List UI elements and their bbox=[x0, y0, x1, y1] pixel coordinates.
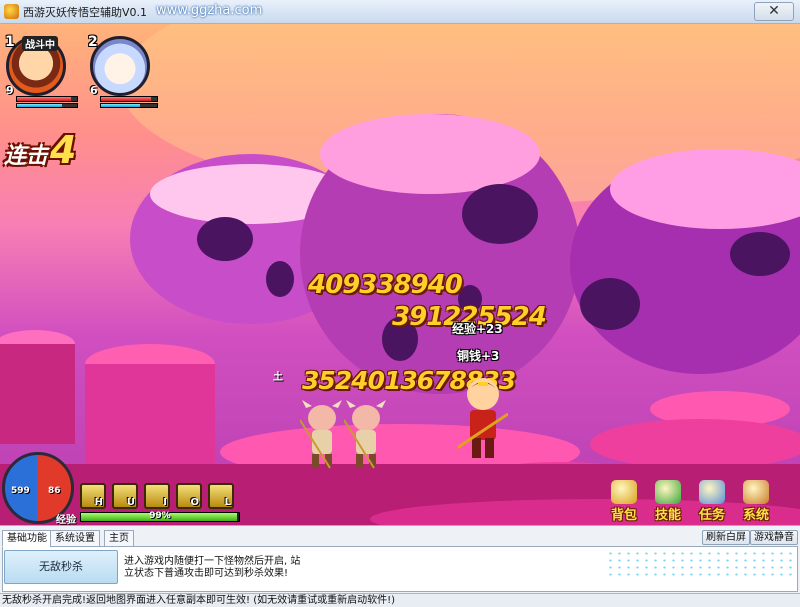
party-member-hp-bar bbox=[16, 96, 78, 102]
ground-marker: 土 bbox=[273, 372, 283, 383]
close-button[interactable]: ✕ bbox=[754, 2, 794, 21]
menu-label: 任务 bbox=[698, 508, 725, 523]
menu-label: 技能 bbox=[654, 508, 681, 523]
skills-button[interactable]: 技能 bbox=[646, 480, 690, 523]
enemy-monster[interactable] bbox=[344, 400, 388, 470]
mp-value: 86 bbox=[48, 486, 61, 496]
skill-key-label: O bbox=[190, 497, 199, 508]
skill-key-label: U bbox=[126, 497, 135, 508]
skill-slot-h[interactable]: H bbox=[80, 483, 106, 509]
app-icon bbox=[4, 4, 19, 19]
window-title: 西游灭妖传悟空辅助V0.1 bbox=[23, 6, 148, 19]
description-line: 进入游戏内随便打一下怪物然后开启, 站 bbox=[124, 556, 301, 567]
combo-label: 连击 bbox=[4, 144, 49, 169]
skill-slot-u[interactable]: U bbox=[112, 483, 138, 509]
title-bar: 西游灭妖传悟空辅助V0.1 www.ggzha.com ✕ bbox=[0, 0, 800, 24]
helper-panel: 基础功能 系统设置 主页 刷新白屏 游戏静音 无敌秒杀 进入游戏内随便打一下怪物… bbox=[0, 525, 800, 593]
party-member-level: 9 bbox=[6, 84, 14, 97]
party-member-mp-bar bbox=[100, 103, 158, 108]
combo-count: 4 bbox=[50, 128, 77, 172]
damage-number: 409338940 bbox=[308, 270, 463, 300]
quest-scroll-icon bbox=[699, 480, 725, 504]
enemy-monster[interactable] bbox=[300, 400, 344, 470]
copper-gain-text: 铜钱+3 bbox=[457, 349, 500, 363]
battle-status-badge: 战斗中 bbox=[22, 36, 58, 51]
tab-homepage[interactable]: 主页 bbox=[104, 530, 134, 547]
refresh-white-screen-button[interactable]: 刷新白屏 bbox=[702, 530, 750, 545]
skill-slot-i[interactable]: I bbox=[144, 483, 170, 509]
description-line: 立状态下普通攻击即可达到秒杀效果! bbox=[124, 568, 289, 579]
skill-key-label: I bbox=[163, 497, 167, 508]
website-url: www.ggzha.com bbox=[156, 3, 263, 18]
party-member-level: 6 bbox=[90, 84, 98, 97]
mute-game-button[interactable]: 游戏静音 bbox=[750, 530, 798, 545]
combo-counter: 连击4 bbox=[4, 128, 76, 172]
party-member-mp-bar bbox=[16, 103, 78, 108]
backpack-button[interactable]: 背包 bbox=[602, 480, 646, 523]
skill-key-label: L bbox=[224, 497, 231, 508]
skill-slot-o[interactable]: O bbox=[176, 483, 202, 509]
menu-label: 背包 bbox=[610, 508, 637, 523]
game-viewport[interactable]: 1 战斗中 9 2 6 连击4 409338940 391225524 3524… bbox=[0, 24, 800, 525]
gear-icon bbox=[743, 480, 769, 504]
exp-label: 经验 bbox=[56, 515, 76, 525]
status-bar: 无敌秒杀开启完成!返回地图界面进入任意副本即可生效! (如无效请重试或重新启动软… bbox=[0, 593, 800, 607]
exp-percent: 99% bbox=[149, 511, 171, 521]
tab-basic-functions[interactable]: 基础功能 bbox=[2, 530, 52, 547]
party-member-portrait[interactable] bbox=[90, 36, 150, 96]
skill-slot-l[interactable]: L bbox=[208, 483, 234, 509]
exp-gain-text: 经验+23 bbox=[452, 322, 503, 336]
hp-value: 599 bbox=[11, 486, 30, 496]
backpack-icon bbox=[611, 480, 637, 504]
party-member-hp-bar bbox=[100, 96, 158, 102]
skill-book-icon bbox=[655, 480, 681, 504]
feature-description: 进入游戏内随便打一下怪物然后开启, 站 立状态下普通攻击即可达到秒杀效果! bbox=[124, 556, 300, 580]
system-button[interactable]: 系统 bbox=[734, 480, 778, 523]
skill-key-label: H bbox=[94, 497, 103, 508]
tab-system-settings[interactable]: 系统设置 bbox=[50, 530, 100, 547]
quests-button[interactable]: 任务 bbox=[690, 480, 734, 523]
invincible-kill-button[interactable]: 无敌秒杀 bbox=[4, 550, 118, 584]
player-character bbox=[458, 378, 508, 458]
menu-label: 系统 bbox=[742, 508, 769, 523]
decorative-dots bbox=[606, 550, 796, 580]
party-slot-number: 2 bbox=[88, 34, 98, 50]
party-slot-number: 1 bbox=[5, 34, 15, 50]
